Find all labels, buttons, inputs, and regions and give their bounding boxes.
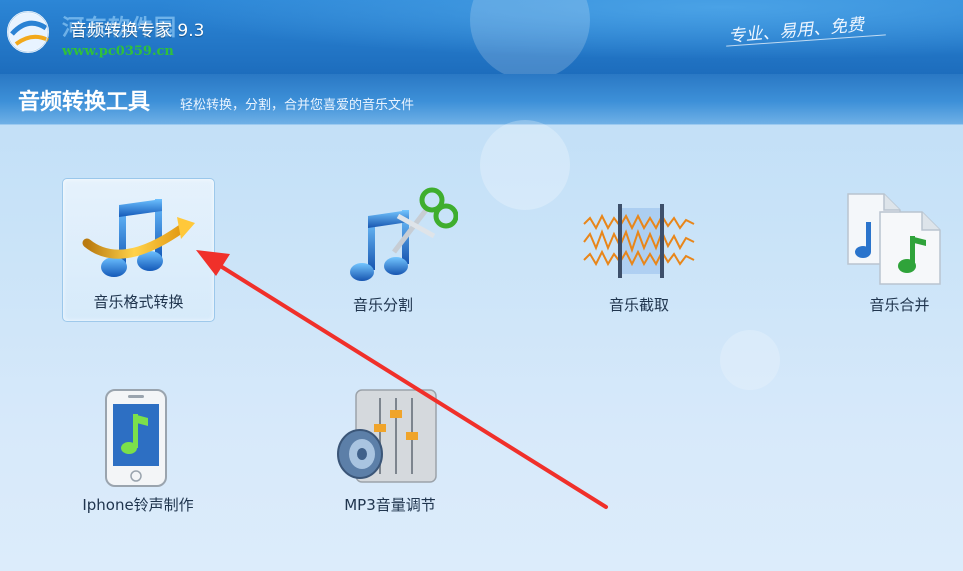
tool-music-format-convert[interactable]: 音乐格式转换 (62, 178, 215, 322)
iphone-ringtone-icon (105, 389, 167, 487)
tool-label: 音乐截取 (608, 296, 669, 314)
tool-iphone-ringtone[interactable]: Iphone铃声制作 (66, 384, 210, 524)
tool-label: MP3音量调节 (344, 496, 436, 514)
watermark-url: www.pc0359.cn (62, 44, 174, 59)
app-logo-icon (7, 11, 49, 53)
tool-label: 音乐格式转换 (93, 293, 184, 311)
tool-label: 音乐合并 (869, 296, 930, 314)
tool-music-split[interactable]: 音乐分割 (318, 180, 458, 320)
background-bubble (480, 120, 570, 210)
background-bubble (720, 330, 780, 390)
waveform-cut-icon (583, 204, 695, 278)
tool-music-cut[interactable]: 音乐截取 (574, 180, 704, 320)
tool-label: 音乐分割 (352, 296, 413, 314)
mixer-speaker-icon (337, 389, 437, 483)
app-title: 音频转换专家 9.3 (70, 21, 205, 41)
title-bar: 河东软件园 音频转换专家 9.3 www.pc0359.cn 专业、易用、免费 (0, 0, 963, 80)
tool-music-merge[interactable]: 音乐合并 (836, 180, 963, 320)
tool-mp3-volume[interactable]: MP3音量调节 (326, 384, 454, 524)
music-note-convert-icon (82, 199, 195, 277)
page-title: 音频转换工具 (18, 90, 151, 115)
header-bar: 音频转换工具 轻松转换，分割，合并您喜爱的音乐文件 (0, 74, 963, 125)
tool-label: Iphone铃声制作 (82, 496, 194, 514)
music-files-merge-icon (847, 193, 941, 285)
page-subtitle: 轻松转换，分割，合并您喜爱的音乐文件 (180, 98, 415, 113)
music-note-scissors-icon (350, 187, 458, 281)
